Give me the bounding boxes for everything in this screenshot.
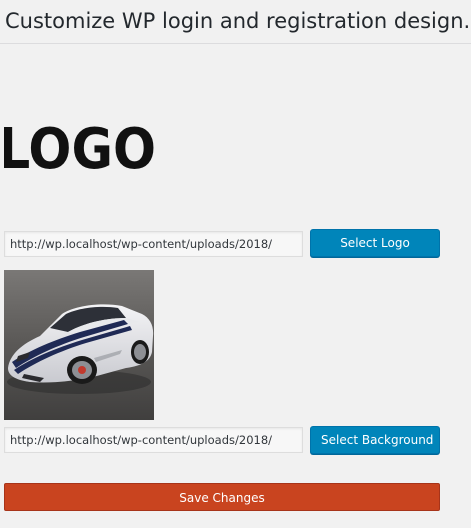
logo-url-input[interactable] <box>4 231 303 257</box>
select-logo-button[interactable]: Select Logo <box>310 229 440 257</box>
page-title: Customize WP login and registration desi… <box>5 9 471 33</box>
sports-car-photo-icon <box>4 270 154 420</box>
save-changes-button[interactable]: Save Changes <box>4 483 440 511</box>
background-preview-image <box>4 270 154 420</box>
select-background-button[interactable]: Select Background <box>310 426 440 454</box>
logo-text: LOGO <box>4 118 154 178</box>
logo-preview-image: LOGO <box>4 118 154 178</box>
title-divider <box>0 43 471 44</box>
background-url-input[interactable] <box>4 427 303 453</box>
